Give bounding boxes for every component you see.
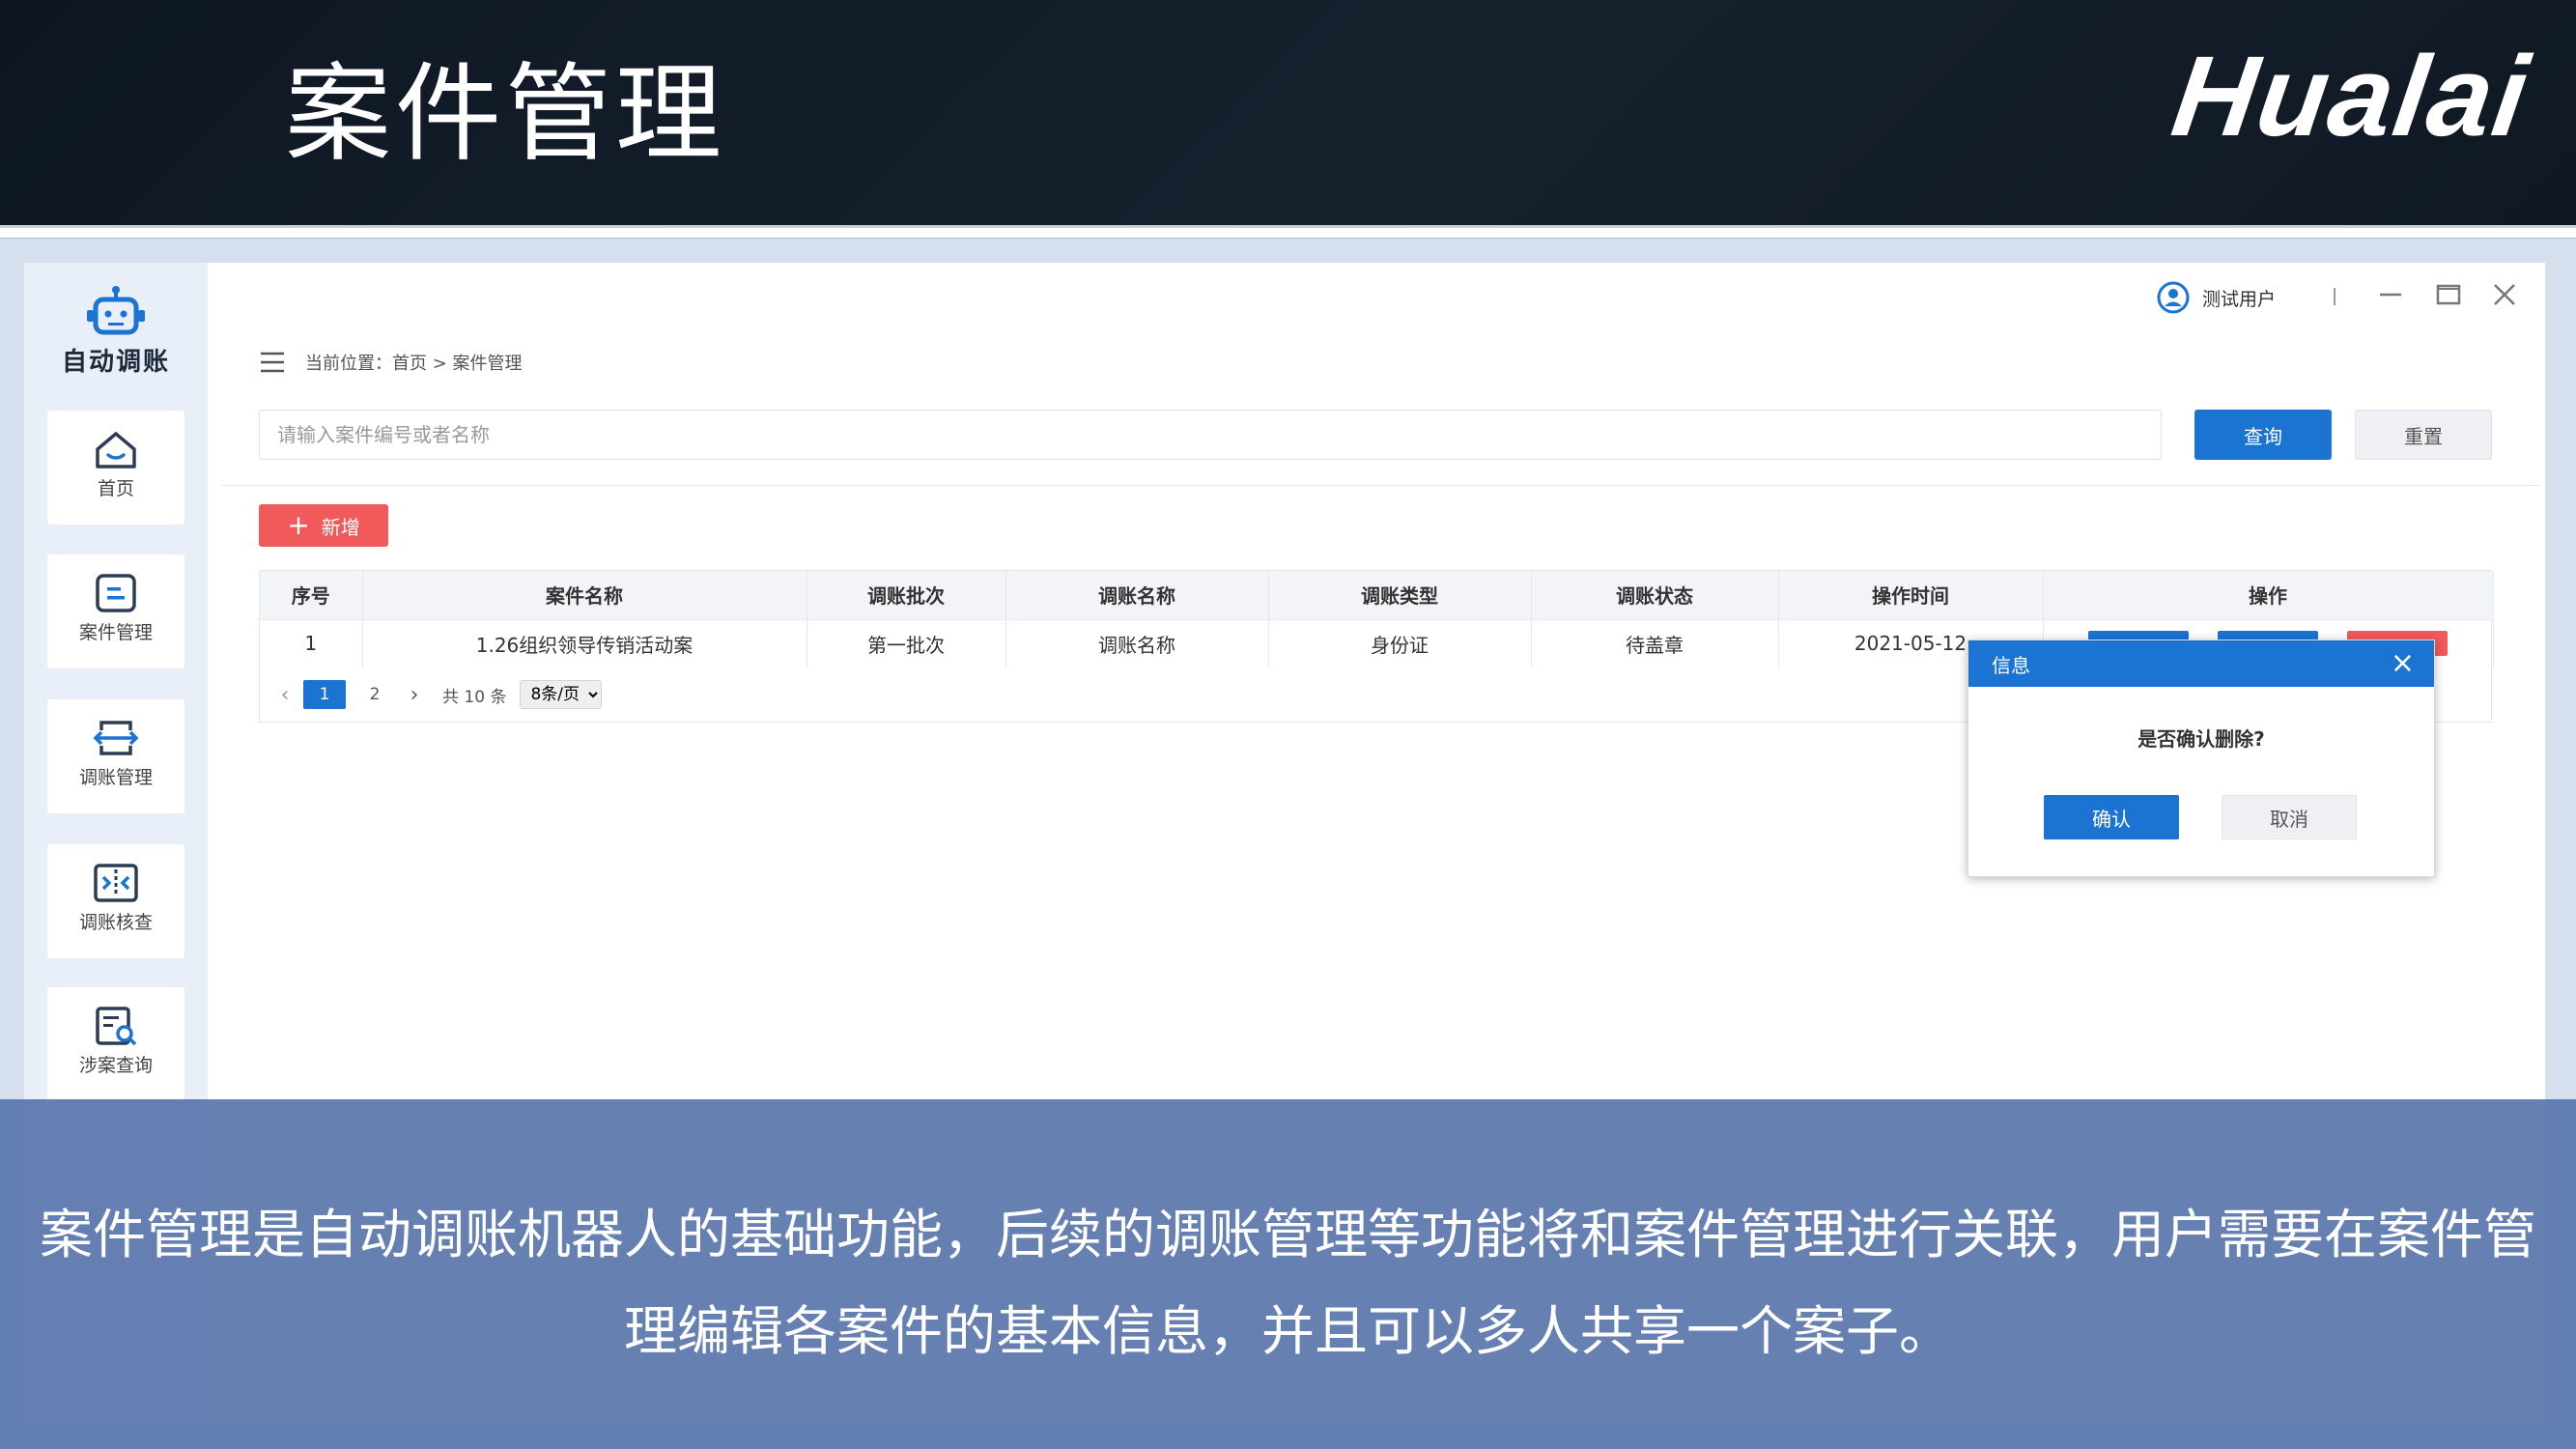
column-header: 调账批次	[807, 571, 1006, 619]
plus-icon: +	[287, 509, 310, 541]
page-button[interactable]: 2	[354, 680, 396, 709]
table-header: 序号 案件名称 调账批次 调账名称 调账类型 调账状态 操作时间 操作	[260, 571, 2494, 619]
cell-type: 身份证	[1268, 618, 1532, 668]
sidebar-item-check[interactable]: 调账核查	[47, 844, 184, 958]
page-size-select[interactable]: 8条/页	[520, 680, 603, 709]
maximize-icon[interactable]	[2432, 278, 2465, 311]
dialog-header: 信息 ×	[1968, 640, 2434, 687]
divider	[222, 485, 2540, 486]
pagination: ‹ 1 2 › 共 10 条 8条/页	[270, 678, 603, 711]
slide-title: 案件管理	[285, 52, 725, 176]
cell-index: 1	[260, 618, 363, 668]
confirm-dialog: 信息 × 是否确认删除? 确认 取消	[1967, 639, 2435, 877]
column-header: 调账类型	[1268, 571, 1532, 619]
caption-overlay: 案件管理是自动调账机器人的基础功能，后续的调账管理等功能将和案件管理进行关联，用…	[0, 1099, 2576, 1449]
column-header: 案件名称	[362, 571, 807, 619]
breadcrumb-text: 当前位置：首页 > 案件管理	[305, 354, 523, 374]
user-avatar-icon	[2157, 281, 2190, 314]
minimize-icon[interactable]	[2374, 278, 2407, 311]
column-header: 序号	[260, 571, 363, 619]
user-menu[interactable]: 测试用户	[2156, 280, 2276, 315]
page-button[interactable]: 1	[303, 680, 346, 709]
next-page-icon[interactable]: ›	[400, 683, 429, 707]
sidebar-item-home[interactable]: 首页	[47, 411, 184, 525]
reset-button[interactable]: 重置	[2355, 410, 2492, 460]
brand-logo: Hualai	[2165, 33, 2537, 160]
sidebar-item-label: 涉案查询	[78, 1055, 153, 1076]
cell-status: 待盖章	[1531, 618, 1779, 668]
slide-header: 案件管理 Hualai	[0, 0, 2576, 228]
close-icon[interactable]	[2488, 278, 2521, 311]
cell-case-name: 1.26组织领导传销活动案	[362, 618, 807, 668]
query-button[interactable]: 查询	[2194, 410, 2332, 460]
divider	[2334, 288, 2335, 305]
column-header: 调账名称	[1005, 571, 1269, 619]
case-icon	[96, 574, 136, 612]
sidebar-item-query[interactable]: 涉案查询	[47, 987, 184, 1101]
add-button-label: 新增	[321, 515, 360, 539]
breadcrumb: 当前位置：首页 > 案件管理	[259, 348, 523, 377]
sidebar-item-label: 首页	[97, 478, 134, 499]
sidebar-item-label: 调账管理	[78, 767, 153, 788]
cell-adjust-name: 调账名称	[1005, 618, 1269, 668]
dialog-title: 信息	[1992, 653, 2030, 677]
app-logo: 自动调账	[24, 284, 208, 381]
robot-icon	[87, 286, 145, 335]
sidebar-item-label: 调账核查	[78, 912, 153, 933]
home-icon	[96, 432, 136, 469]
prev-page-icon[interactable]: ‹	[270, 683, 299, 707]
transfer-icon	[93, 721, 139, 755]
cell-batch: 第一批次	[807, 618, 1006, 668]
column-header: 操作时间	[1778, 571, 2044, 619]
sidebar-item-transfer[interactable]: 调账管理	[47, 699, 184, 813]
confirm-button[interactable]: 确认	[2044, 795, 2179, 839]
search-doc-icon	[96, 1007, 137, 1046]
dialog-message: 是否确认删除?	[2137, 727, 2265, 751]
sidebar-item-case[interactable]: 案件管理	[47, 554, 184, 668]
total-count: 共 10 条	[442, 687, 507, 707]
user-name: 测试用户	[2202, 288, 2277, 310]
cancel-button[interactable]: 取消	[2222, 795, 2357, 839]
caption-text: 案件管理是自动调账机器人的基础功能，后续的调账管理等功能将和案件管理进行关联，用…	[39, 1204, 2536, 1362]
app-name: 自动调账	[61, 348, 170, 377]
dialog-close-icon[interactable]: ×	[2391, 649, 2415, 678]
search-input[interactable]	[259, 410, 2162, 460]
sidebar-item-label: 案件管理	[78, 622, 153, 643]
column-header: 调账状态	[1531, 571, 1779, 619]
column-header: 操作	[2043, 571, 2494, 619]
check-icon	[94, 864, 138, 902]
add-button[interactable]: + 新增	[259, 504, 388, 547]
menu-toggle-icon[interactable]	[259, 350, 286, 375]
